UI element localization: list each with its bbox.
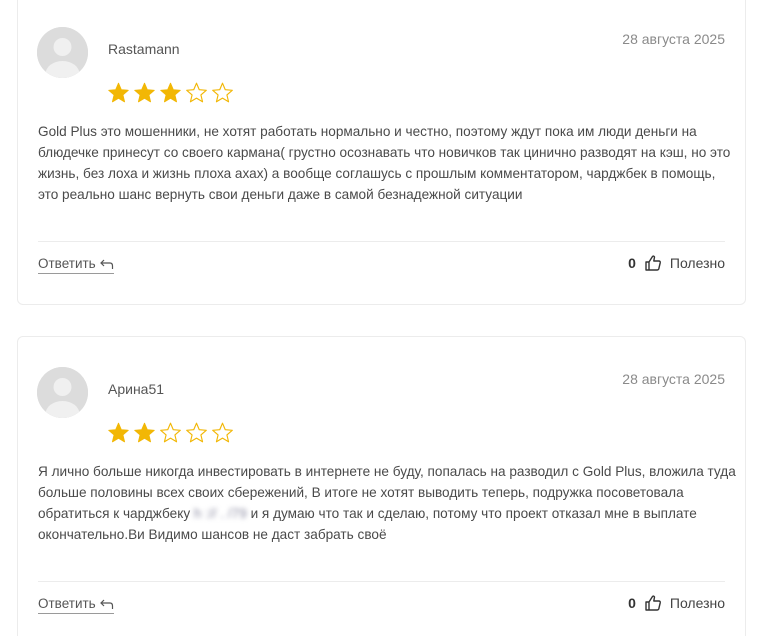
author-name: Арина51	[108, 381, 165, 397]
reply-arrow-icon	[99, 599, 113, 609]
helpful-button[interactable]: Полезно	[670, 595, 725, 611]
helpful-section: 0 Полезно	[628, 254, 725, 272]
star-rating	[107, 421, 234, 444]
reply-button[interactable]: Ответить	[38, 256, 114, 274]
reply-label: Ответить	[38, 256, 96, 271]
star-outline-icon	[186, 422, 207, 443]
star-filled-icon	[160, 82, 181, 103]
blurred-link: h :// . /79	[193, 506, 251, 521]
review-date: 28 августа 2025	[622, 31, 725, 47]
review-text: Я лично больше никогда инвестировать в и…	[38, 461, 738, 545]
helpful-section: 0 Полезно	[628, 594, 725, 612]
star-filled-icon	[134, 82, 155, 103]
divider	[38, 241, 725, 242]
review-text: Gold Plus это мошенники, не хотят работа…	[38, 124, 731, 202]
star-outline-icon	[212, 422, 233, 443]
review-card: Rastamann 28 августа 2025 Gold Plus это …	[17, 0, 746, 305]
star-filled-icon	[108, 82, 129, 103]
thumbs-up-icon[interactable]	[644, 594, 662, 612]
star-filled-icon	[134, 422, 155, 443]
star-filled-icon	[108, 422, 129, 443]
helpful-count: 0	[628, 255, 636, 271]
star-outline-icon	[186, 82, 207, 103]
helpful-count: 0	[628, 595, 636, 611]
reply-arrow-icon	[99, 259, 113, 269]
star-outline-icon	[160, 422, 181, 443]
star-outline-icon	[212, 82, 233, 103]
review-date: 28 августа 2025	[622, 371, 725, 387]
thumbs-up-icon[interactable]	[644, 254, 662, 272]
divider	[38, 581, 725, 582]
user-avatar-icon	[37, 367, 88, 418]
reply-button[interactable]: Ответить	[38, 596, 114, 614]
helpful-button[interactable]: Полезно	[670, 255, 725, 271]
star-rating	[107, 81, 234, 104]
author-name: Rastamann	[108, 41, 180, 57]
reply-label: Ответить	[38, 596, 96, 611]
review-card: Арина51 28 августа 2025 Я лично больше н…	[17, 336, 746, 636]
user-avatar-icon	[37, 27, 88, 78]
